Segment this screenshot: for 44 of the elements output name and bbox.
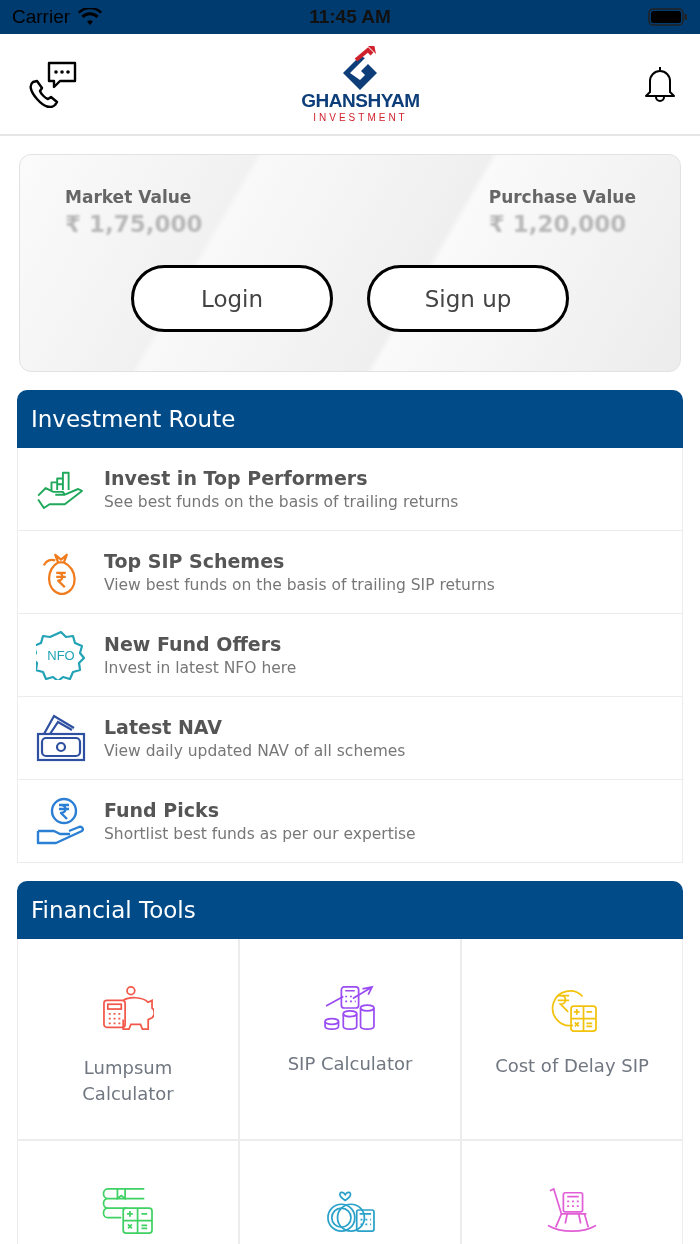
route-description: View daily updated NAV of all schemes xyxy=(104,742,406,760)
route-item[interactable]: Top SIP Schemes View best funds on the basis of trailing SIP returns xyxy=(17,531,683,614)
rocking-chair-calculator-icon xyxy=(546,1187,598,1235)
route-description: Shortlist best funds as per our expertise xyxy=(104,825,416,843)
hand-chart-icon xyxy=(36,469,86,509)
carrier-label: Carrier xyxy=(12,6,71,28)
route-description: See best funds on the basis of trailing returns xyxy=(104,493,459,511)
tool-tile[interactable]: Lumpsum Calculator xyxy=(18,939,238,1139)
route-item[interactable]: Fund Picks Shortlist best funds as per our expertise xyxy=(17,780,683,863)
books-calculator-icon xyxy=(102,1187,154,1235)
coins-calculator-icon xyxy=(324,985,376,1031)
route-title: New Fund Offers xyxy=(104,633,283,655)
purchase-value-amount: ₹ 1,20,000 xyxy=(488,211,628,237)
cash-icon xyxy=(36,714,86,762)
route-item[interactable]: Invest in Top Performers See best funds on the basis of trailing returns xyxy=(17,448,683,531)
wifi-icon xyxy=(78,8,103,26)
market-value-label: Market Value xyxy=(65,187,193,207)
nfo-badge-icon: NFO xyxy=(36,630,86,680)
tool-tile[interactable]: Cost of Delay SIP xyxy=(462,939,682,1139)
tool-tile[interactable]: SIP Calculator xyxy=(240,939,460,1139)
brand-name: GHANSHYAM xyxy=(301,90,420,112)
route-item[interactable]: Latest NAV View daily updated NAV of all schemes xyxy=(17,697,683,780)
hand-coin-icon xyxy=(36,797,86,845)
route-title: Invest in Top Performers xyxy=(104,467,369,489)
purchase-value-label: Purchase Value xyxy=(488,187,636,207)
tool-label: SIP Calculator xyxy=(286,1052,414,1076)
tool-label: Cost of Delay SIP xyxy=(494,1054,650,1078)
section-header: Financial Tools xyxy=(17,881,683,939)
brand-tagline: INVESTMENT xyxy=(313,112,408,124)
route-item[interactable]: NFO New Fund Offers Invest in latest NFO here xyxy=(17,614,683,697)
route-title: Latest NAV xyxy=(104,716,223,738)
tool-label: Lumpsum Calculator xyxy=(81,1056,175,1106)
clock: 11:45 AM xyxy=(309,6,391,28)
signup-button[interactable]: Sign up xyxy=(367,265,569,332)
route-title: Fund Picks xyxy=(104,799,220,821)
phone-chat-icon[interactable] xyxy=(27,60,79,108)
route-description: View best funds on the basis of trailing SIP returns xyxy=(104,576,495,594)
section-header: Investment Route xyxy=(17,390,683,448)
battery-icon xyxy=(648,8,688,26)
notification-bell-icon[interactable] xyxy=(642,64,678,104)
market-value-amount: ₹ 1,75,000 xyxy=(65,211,203,237)
login-button[interactable]: Login xyxy=(131,265,333,332)
route-title: Top SIP Schemes xyxy=(104,550,286,572)
route-description: Invest in latest NFO here xyxy=(104,659,297,677)
